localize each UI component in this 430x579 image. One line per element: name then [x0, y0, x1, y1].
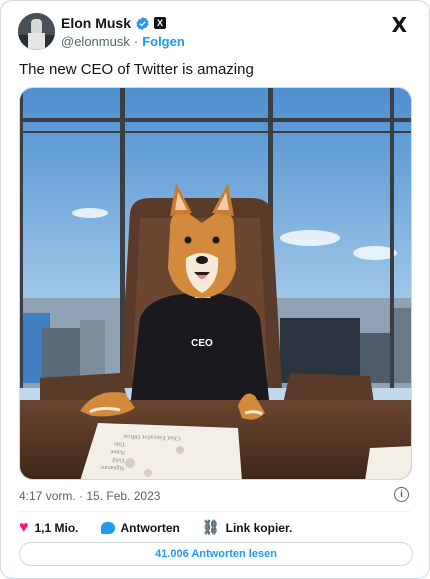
tweet-photo[interactable]: CEO Signature: Field Name Title Chief Ex…	[19, 87, 412, 480]
reply-label: Antworten	[120, 521, 180, 535]
like-count: 1,1 Mio.	[34, 521, 79, 535]
paper-line-2: Field	[112, 456, 125, 462]
read-replies-button[interactable]: 41.006 Antworten lesen	[19, 542, 413, 566]
shirt-ceo-text: CEO	[191, 338, 213, 349]
verified-badge-icon	[136, 16, 149, 30]
separator-dot: ·	[133, 34, 139, 49]
info-icon[interactable]: i	[394, 487, 409, 502]
tweet-card: Elon Musk X @elonmusk · Folgen X The new…	[0, 0, 430, 579]
divider	[19, 511, 411, 512]
link-icon: ⛓	[201, 520, 220, 536]
like-button[interactable]: ♥ 1,1 Mio.	[19, 519, 79, 537]
x-affiliation-icon: X	[154, 17, 167, 29]
copy-link-button[interactable]: ⛓ Link kopier.	[202, 520, 292, 536]
tweet-timestamp[interactable]: 4:17 vorm. · 15. Feb. 2023	[19, 489, 160, 503]
author-name[interactable]: Elon Musk	[61, 15, 131, 31]
author-name-row: Elon Musk X	[61, 15, 167, 31]
author-handle[interactable]: @elonmusk	[61, 34, 130, 49]
author-handle-row: @elonmusk · Folgen	[61, 34, 185, 49]
heart-icon: ♥	[19, 519, 29, 536]
action-bar: ♥ 1,1 Mio. Antworten ⛓ Link kopier.	[19, 519, 314, 537]
paper-line-1: Signature:	[99, 464, 124, 471]
reply-button[interactable]: Antworten	[100, 521, 180, 535]
paper-line-3: Name	[110, 448, 125, 455]
avatar[interactable]	[18, 13, 55, 50]
reply-bubble-icon	[100, 522, 115, 534]
tweet-text: The new CEO of Twitter is amazing	[19, 61, 254, 78]
follow-button[interactable]: Folgen	[142, 34, 185, 49]
paper-line-4: Title	[114, 440, 126, 446]
x-logo-icon[interactable]: X	[392, 13, 407, 37]
copy-link-label: Link kopier.	[225, 521, 293, 535]
